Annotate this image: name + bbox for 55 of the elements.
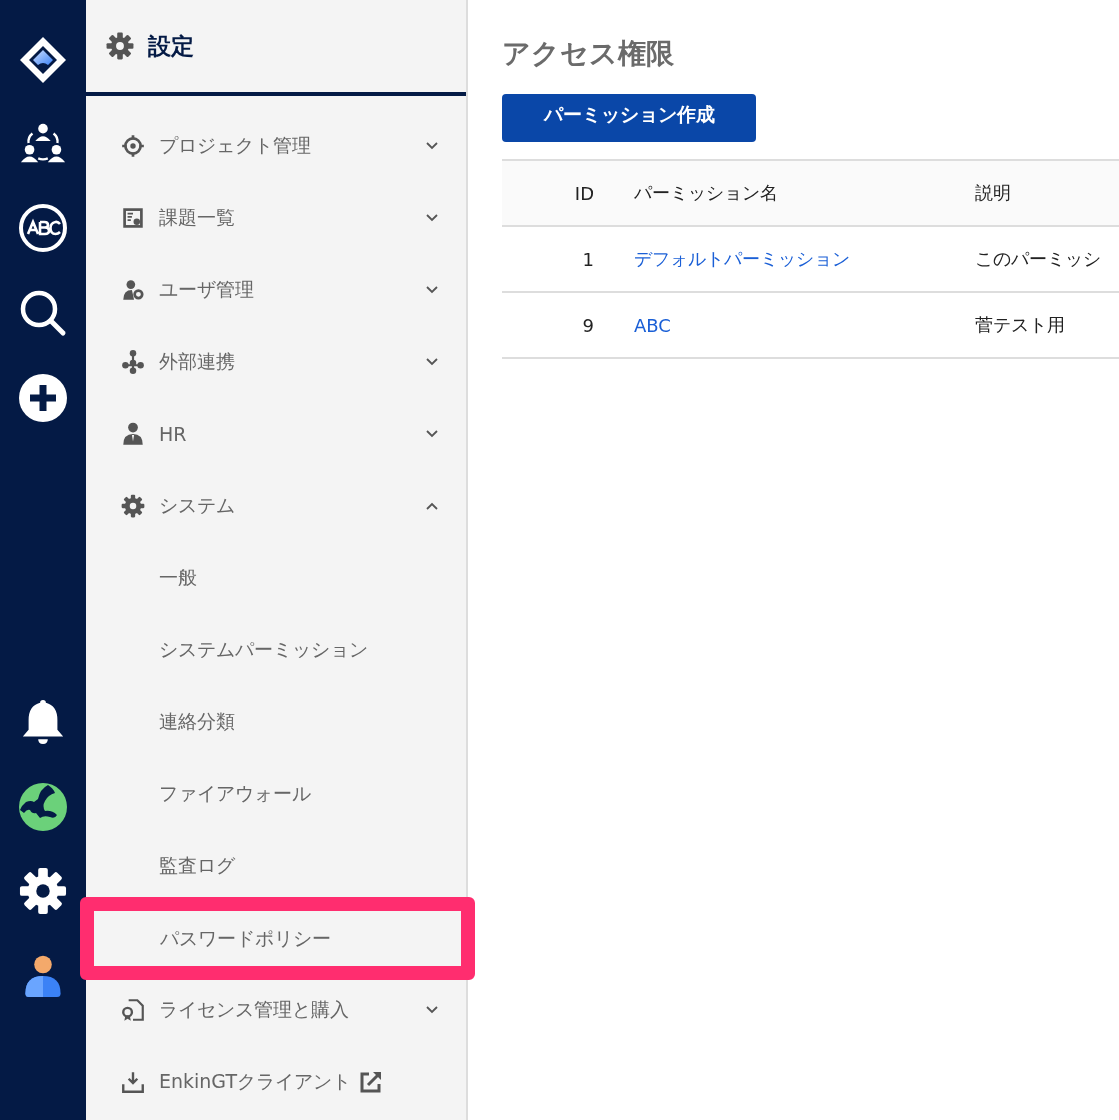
menu-label: プロジェクト管理 bbox=[159, 133, 311, 158]
menu-label: システム bbox=[159, 493, 235, 518]
sidebar-item[interactable]: 課題一覧 bbox=[86, 182, 466, 254]
menu-label: 課題一覧 bbox=[159, 205, 235, 230]
sidebar-title: 設定 bbox=[148, 31, 194, 61]
sidebar-item[interactable]: 外部連携 bbox=[86, 326, 466, 398]
permission-link[interactable]: ABC bbox=[634, 314, 671, 336]
sidebar-item[interactable]: プロジェクト管理 bbox=[86, 110, 466, 182]
sidebar-item[interactable]: システム bbox=[86, 470, 466, 542]
sidebar-subitem[interactable]: 監査ログ bbox=[86, 830, 466, 902]
create-permission-button[interactable]: パーミッション作成 bbox=[502, 94, 756, 142]
sidebar-item[interactable]: ユーザ管理 bbox=[86, 254, 466, 326]
column-header: パーミッション名 bbox=[634, 181, 779, 205]
menu-label: パスワードポリシー bbox=[160, 925, 331, 951]
add-icon[interactable] bbox=[18, 373, 68, 423]
sidebar-subitem[interactable]: パスワードポリシー bbox=[94, 911, 461, 966]
network-icon bbox=[120, 349, 146, 375]
table-cell-text: 1 bbox=[581, 248, 594, 270]
license-icon bbox=[120, 997, 146, 1023]
search-icon[interactable] bbox=[18, 288, 68, 338]
settings-icon bbox=[106, 32, 134, 60]
sidebar-subitem[interactable]: 一般 bbox=[86, 542, 466, 614]
menu-label: 監査ログ bbox=[159, 853, 235, 878]
menu-label: 一般 bbox=[159, 565, 197, 590]
menu-label: ライセンス管理と購入 bbox=[159, 997, 349, 1022]
page-title: アクセス権限 bbox=[502, 36, 675, 72]
table-cell-text: このパーミッシ bbox=[975, 247, 1102, 271]
menu-label: ユーザ管理 bbox=[159, 277, 254, 302]
menu-label: EnkinGTクライアント bbox=[159, 1069, 352, 1094]
table-cell-text: 菅テスト用 bbox=[975, 313, 1066, 337]
settings-icon[interactable] bbox=[19, 867, 67, 915]
employee-icon bbox=[120, 421, 146, 447]
menu-label: 連絡分類 bbox=[159, 709, 235, 734]
abc-icon[interactable] bbox=[18, 203, 68, 253]
sidebar-item[interactable]: ライセンス管理と購入 bbox=[86, 974, 466, 1046]
column-header: ID bbox=[573, 182, 594, 204]
sidebar-subitem[interactable]: 連絡分類 bbox=[86, 686, 466, 758]
permission-link[interactable]: デフォルトパーミッション bbox=[634, 248, 850, 269]
menu-label: システムパーミッション bbox=[159, 637, 368, 662]
settings-icon bbox=[120, 493, 146, 519]
table-cell-text: 9 bbox=[581, 314, 594, 336]
target-icon bbox=[120, 133, 146, 159]
sidebar-item[interactable]: HR bbox=[86, 398, 466, 470]
menu-label: HR bbox=[159, 423, 187, 445]
user-gear-icon bbox=[120, 277, 146, 303]
menu-label: 外部連携 bbox=[159, 349, 235, 374]
sidebar-subitem[interactable]: システムパーミッション bbox=[86, 614, 466, 686]
column-header: 説明 bbox=[975, 181, 1012, 205]
download-icon bbox=[120, 1069, 146, 1095]
menu-label: ファイアウォール bbox=[159, 781, 311, 806]
logo-icon[interactable] bbox=[18, 35, 68, 85]
sidebar-item[interactable]: EnkinGTクライアント bbox=[86, 1046, 466, 1118]
report-icon bbox=[120, 205, 146, 231]
sidebar-subitem[interactable]: ファイアウォール bbox=[86, 758, 466, 830]
globe-icon[interactable] bbox=[18, 782, 68, 832]
